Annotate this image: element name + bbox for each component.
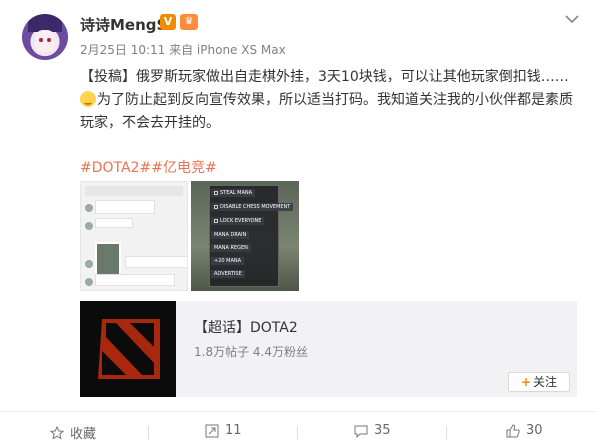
dota2-logo-icon xyxy=(80,301,176,397)
post-line-2: 为了防止起到反向宣传效果，所以适当打码。我知道关注我的小伙伴都是素质 xyxy=(80,89,580,112)
post-line-3: 玩家，不会去开挂的。 xyxy=(80,115,220,131)
level-badge-icon: ♛ xyxy=(180,14,198,30)
post-image-chat[interactable] xyxy=(80,181,188,291)
favorite-button[interactable]: 收藏 xyxy=(50,423,96,442)
cheat-option: MANA REGEN xyxy=(211,244,251,252)
action-bar: 收藏 11 35 30 xyxy=(0,411,597,446)
plus-icon: + xyxy=(520,375,532,389)
comment-button[interactable]: 35 xyxy=(354,423,391,438)
avatar[interactable] xyxy=(22,14,68,60)
hashtag-links[interactable]: #DOTA2##亿电竞# xyxy=(80,157,217,177)
post-line-2-text: 为了防止起到反向宣传效果，所以适当打码。我知道关注我的小伙伴都是素质 xyxy=(97,92,573,108)
card-stats: 1.8万帖子 4.4万粉丝 xyxy=(194,345,308,359)
cheat-option: +20 MANA xyxy=(211,257,245,265)
cheat-option: LOCK EVERYONE xyxy=(211,217,265,225)
post-image-cheat-menu[interactable]: STEAL MANA DISABLE CHESS MOVEMENT LOCK E… xyxy=(191,181,299,291)
laugh-emoji-icon xyxy=(80,91,96,107)
comment-count: 35 xyxy=(374,423,391,438)
username[interactable]: 诗诗MengS xyxy=(80,14,167,35)
follow-button[interactable]: + 关注 xyxy=(508,372,570,392)
favorite-label: 收藏 xyxy=(70,427,97,442)
supertopic-card[interactable]: 【超话】DOTA2 1.8万帖子 4.4万粉丝 + 关注 xyxy=(80,301,577,397)
star-icon xyxy=(50,425,64,440)
post-line-1: 【投稿】俄罗斯玩家做出自走棋外挂，3天10块钱，可以让其他玩家倒扣钱…… xyxy=(80,69,569,85)
cheat-option: MANA DRAIN xyxy=(211,231,250,239)
cheat-option: STEAL MANA xyxy=(211,189,256,197)
repost-button[interactable]: 11 xyxy=(205,423,242,438)
verified-badge-icon: V xyxy=(160,14,176,30)
post-meta: 2月25日 10:11 来自 iPhone XS Max xyxy=(80,43,286,57)
like-count: 30 xyxy=(526,423,543,438)
cheat-option: ADVERTISE xyxy=(211,270,245,278)
repost-count: 11 xyxy=(225,423,242,438)
follow-label: 关注 xyxy=(533,375,558,389)
thumbs-up-icon xyxy=(506,423,520,437)
post-text: 【投稿】俄罗斯玩家做出自走棋外挂，3天10块钱，可以让其他玩家倒扣钱…… 为了防… xyxy=(80,66,580,135)
like-button[interactable]: 30 xyxy=(506,423,543,438)
card-title[interactable]: 【超话】DOTA2 xyxy=(194,317,298,337)
cheat-option: DISABLE CHESS MOVEMENT xyxy=(211,203,294,211)
comment-icon xyxy=(354,425,368,438)
repost-icon xyxy=(205,424,219,437)
chevron-down-icon[interactable] xyxy=(564,12,580,26)
